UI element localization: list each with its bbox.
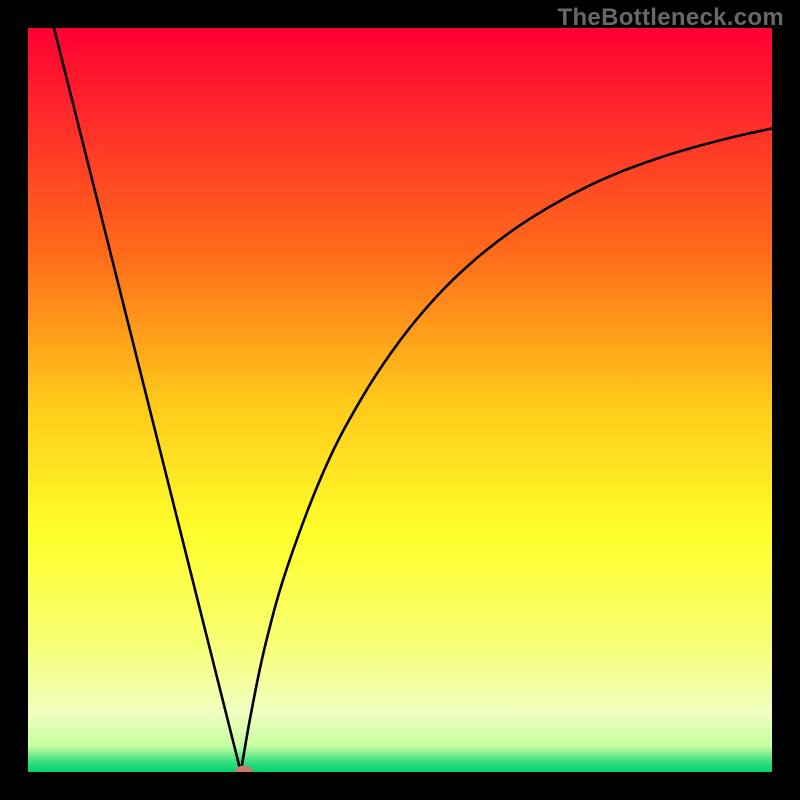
chart-frame: TheBottleneck.com <box>0 0 800 800</box>
plot-area <box>28 28 772 772</box>
plot-svg <box>28 28 772 772</box>
gradient-background <box>28 28 772 772</box>
